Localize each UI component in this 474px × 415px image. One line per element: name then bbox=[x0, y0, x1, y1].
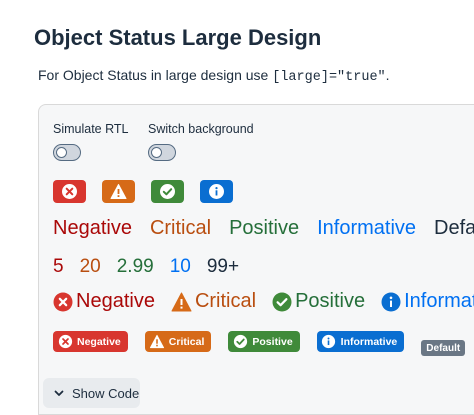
inverted-positive-label: Positive bbox=[252, 335, 293, 348]
close-icon bbox=[62, 184, 77, 199]
description-code: [large]="true" bbox=[272, 70, 386, 85]
status-negative-number: 5 bbox=[53, 256, 64, 277]
inverted-positive-status bbox=[151, 180, 184, 203]
status-positive-number: 2.99 bbox=[116, 256, 154, 277]
checkmark-icon bbox=[231, 333, 249, 351]
status-critical-icon-text: Critical bbox=[171, 290, 256, 313]
close-icon bbox=[56, 333, 74, 351]
warning-icon bbox=[171, 292, 192, 311]
error-icon bbox=[53, 292, 73, 311]
status-positive-label: Positive bbox=[295, 290, 366, 312]
status-positive-icon-text: Positive bbox=[272, 290, 365, 313]
inverted-badge-row: Negative Critical Positive Informative D… bbox=[53, 331, 466, 356]
number-status-row: 5 20 2.99 10 99+ bbox=[53, 256, 239, 278]
info-icon bbox=[381, 292, 401, 311]
show-code-button[interactable]: Show Code bbox=[43, 378, 140, 408]
status-default-number: 99+ bbox=[206, 256, 240, 277]
info-icon bbox=[320, 333, 338, 351]
demo-panel: Simulate RTL Switch background Negative … bbox=[38, 104, 474, 415]
inverted-negative-badge: Negative bbox=[53, 331, 128, 352]
status-informative-icon-text: Informative bbox=[381, 290, 474, 313]
switch-background-label: Switch background bbox=[148, 122, 254, 136]
status-critical-text: Critical bbox=[149, 217, 212, 239]
simulate-rtl-switch[interactable] bbox=[53, 144, 81, 161]
simulate-rtl-label: Simulate RTL bbox=[53, 122, 129, 136]
switch-background-toggle-group: Switch background bbox=[148, 122, 254, 161]
status-critical-number: 20 bbox=[79, 256, 101, 277]
status-negative-text: Negative bbox=[53, 217, 132, 239]
inverted-information-status bbox=[200, 180, 233, 203]
text-status-row: Negative Critical Positive Informative D… bbox=[53, 217, 474, 240]
simulate-rtl-toggle-group: Simulate RTL bbox=[53, 122, 129, 161]
success-icon bbox=[272, 292, 292, 311]
inverted-critical-label: Critical bbox=[168, 335, 205, 348]
icon-text-status-row: Negative Critical Positive Informative bbox=[53, 290, 474, 313]
inverted-positive-badge: Positive bbox=[228, 331, 300, 352]
status-informative-label: Informative bbox=[404, 290, 474, 312]
status-critical-label: Critical bbox=[194, 290, 257, 312]
status-informative-text: Informative bbox=[317, 217, 417, 239]
status-informative-number: 10 bbox=[169, 256, 191, 277]
chevron-down-icon bbox=[54, 390, 64, 396]
show-code-label: Show Code bbox=[72, 385, 140, 401]
switch-knob bbox=[55, 146, 67, 158]
switch-background-switch[interactable] bbox=[148, 144, 176, 161]
inverted-negative-label: Negative bbox=[77, 335, 121, 348]
page-description: For Object Status in large design use [l… bbox=[38, 67, 390, 85]
status-positive-text: Positive bbox=[229, 217, 300, 239]
warning-icon bbox=[148, 333, 166, 351]
page-title: Object Status Large Design bbox=[34, 25, 322, 50]
inverted-informative-badge: Informative bbox=[316, 331, 405, 352]
checkmark-icon bbox=[160, 184, 175, 199]
inverted-informative-label: Informative bbox=[340, 335, 398, 348]
status-negative-label: Negative bbox=[76, 290, 155, 312]
status-default-text: Default bbox=[434, 217, 474, 239]
switch-knob bbox=[150, 146, 162, 158]
warning-icon bbox=[110, 184, 127, 199]
description-text: For Object Status in large design use bbox=[38, 67, 273, 83]
inverted-icon-row bbox=[53, 180, 233, 203]
info-icon bbox=[209, 184, 224, 199]
inverted-default-badge: Default bbox=[421, 340, 466, 356]
inverted-critical-badge: Critical bbox=[144, 331, 212, 352]
description-suffix: . bbox=[385, 67, 390, 83]
status-negative-icon-text: Negative bbox=[53, 290, 155, 313]
inverted-critical-status bbox=[102, 180, 135, 203]
inverted-negative-status bbox=[53, 180, 86, 203]
